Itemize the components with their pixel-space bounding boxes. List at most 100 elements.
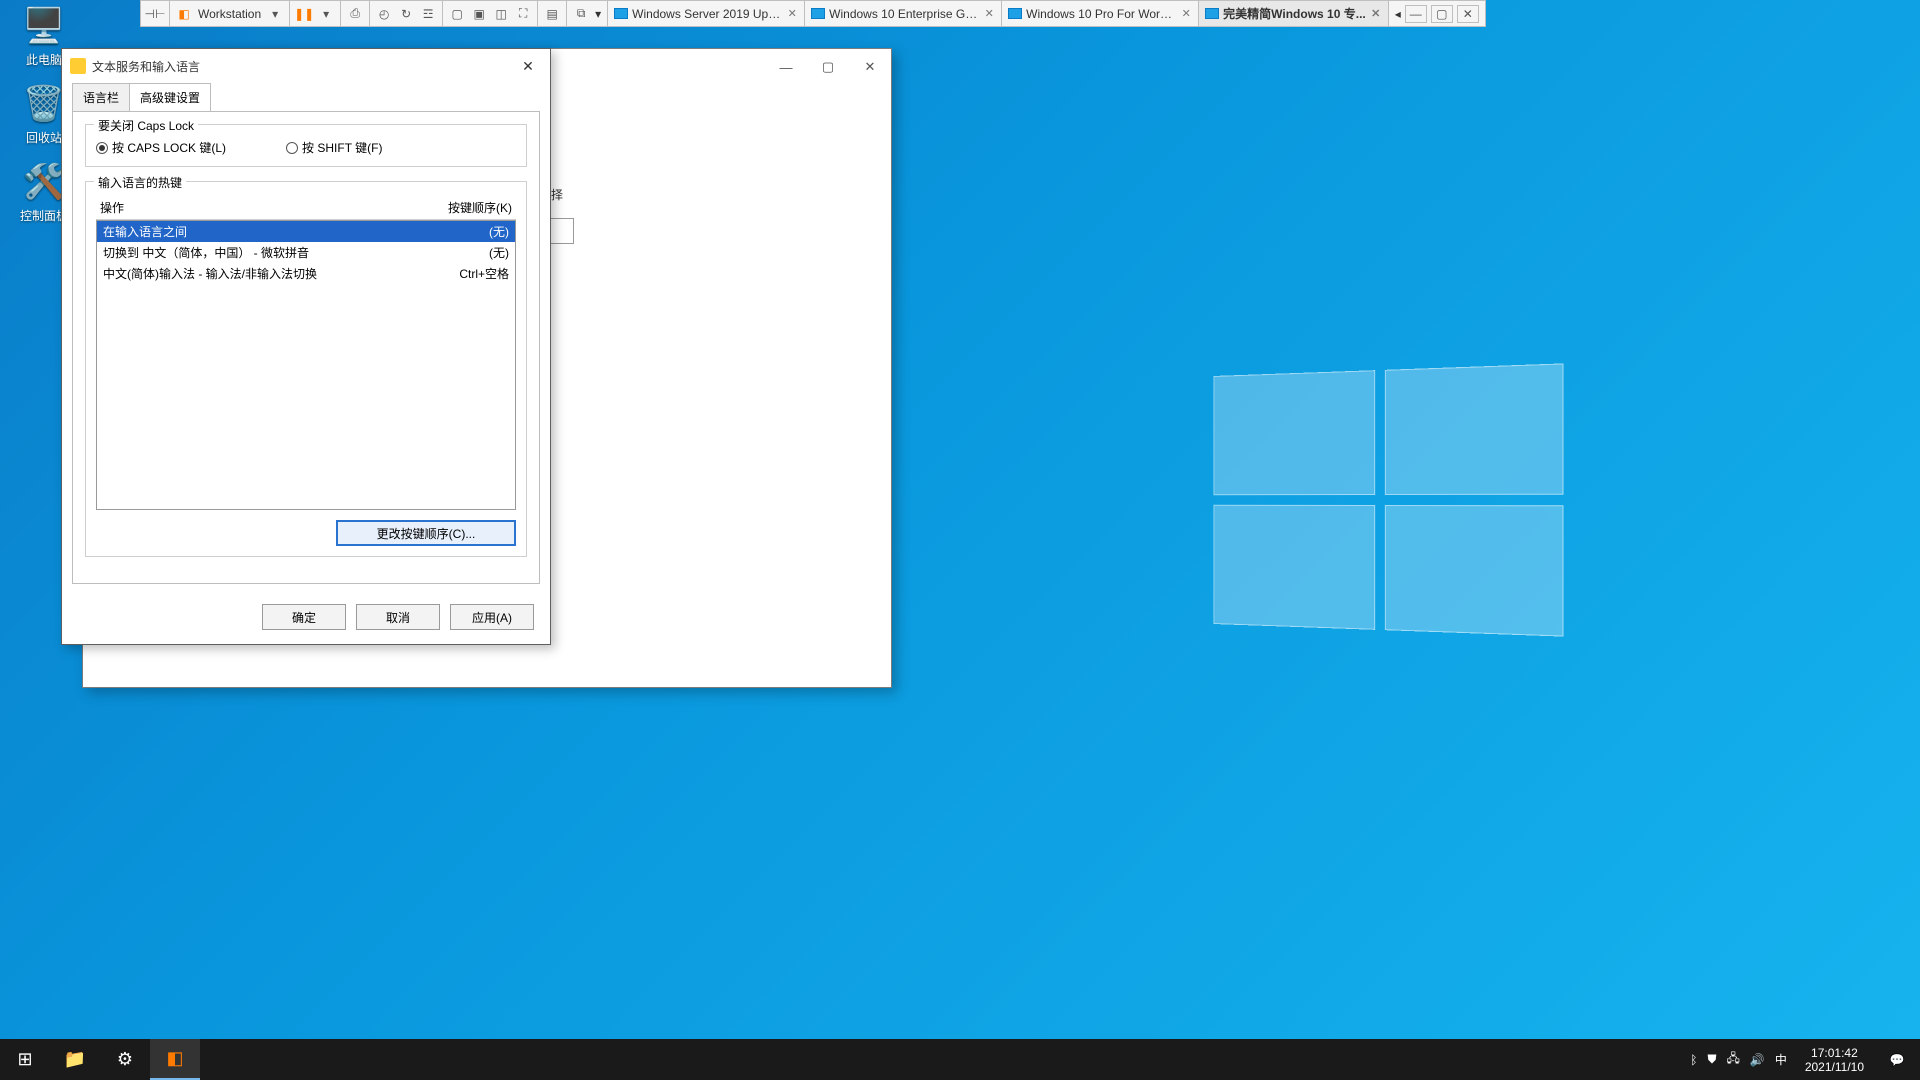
vmw-unity-seg: ▤ <box>538 1 567 26</box>
vmw-tab-2[interactable]: Windows 10 Pro For Workstat... ✕ <box>1002 1 1199 26</box>
label: 此电脑 <box>26 53 62 67</box>
dialog-close-button[interactable]: ✕ <box>514 55 542 77</box>
notification-center-button[interactable]: 💬 <box>1874 1039 1920 1080</box>
vmware-logo-icon: ◧ <box>176 6 192 22</box>
fullscreen-icon[interactable]: ⛶ <box>515 6 531 22</box>
unity-icon[interactable]: ▤ <box>544 6 560 22</box>
group-capslock: 要关闭 Caps Lock 按 CAPS LOCK 键(L) 按 SHIFT 键… <box>85 124 527 167</box>
radio-dot-icon <box>96 142 108 154</box>
dialog-tabs: 语言栏 高级键设置 <box>62 83 550 111</box>
hotkey-row[interactable]: 在输入语言之间(无) <box>97 221 515 242</box>
dropdown-icon[interactable]: ▾ <box>267 6 283 22</box>
monitor-icon <box>1205 8 1219 19</box>
vmware-taskbar-button[interactable]: ◧ <box>150 1039 200 1080</box>
ctrl-icon: 🛠️ <box>22 160 66 204</box>
hk-keyseq: (无) <box>489 244 509 261</box>
view1-icon[interactable]: ▢ <box>449 6 465 22</box>
volume-icon[interactable]: 🔊 <box>1750 1053 1765 1067</box>
time-text: 17:01:42 <box>1805 1046 1864 1060</box>
file-explorer-button[interactable]: 📁 <box>50 1039 100 1080</box>
bluetooth-icon[interactable]: ᛒ <box>1690 1053 1697 1067</box>
snapshot-icon[interactable]: ◴ <box>376 6 392 22</box>
pc-icon: 🖥️ <box>22 4 66 48</box>
cancel-button[interactable]: 取消 <box>356 604 440 630</box>
close-tab-icon[interactable]: ✕ <box>786 8 798 20</box>
vmw-title: Workstation <box>198 7 261 21</box>
hk-action: 切换到 中文（简体，中国） - 微软拼音 <box>103 244 309 261</box>
hk-action: 在输入语言之间 <box>103 223 187 240</box>
label: 回收站 <box>26 131 62 145</box>
parent-close-button[interactable]: ✕ <box>849 53 891 81</box>
monitor-icon <box>1008 8 1022 19</box>
vmw-title-seg[interactable]: ◧ Workstation ▾ <box>170 1 290 26</box>
change-key-sequence-button[interactable]: 更改按键顺序(C)... <box>336 520 516 546</box>
parent-minimize-button[interactable]: — <box>765 53 807 81</box>
close-tab-icon[interactable]: ✕ <box>983 8 995 20</box>
monitor-icon <box>811 8 825 19</box>
start-button[interactable]: ⊞ <box>0 1039 50 1080</box>
play-dropdown-icon[interactable]: ▾ <box>318 6 334 22</box>
monitor-icon <box>614 8 628 19</box>
vmw-tab-label: Windows 10 Enterprise G 170... <box>829 7 979 21</box>
vmw-tab-label: Windows Server 2019 Update... <box>632 7 782 21</box>
vmw-tab-1[interactable]: Windows 10 Enterprise G 170... ✕ <box>805 1 1002 26</box>
minimize-icon[interactable]: — <box>1405 5 1427 23</box>
manage-snapshot-icon[interactable]: ☲ <box>420 6 436 22</box>
col-keyseq: 按键顺序(K) <box>448 199 512 216</box>
settings-button[interactable]: ⚙ <box>100 1039 150 1080</box>
vmware-toolbar: ⊣⊢ ◧ Workstation ▾ ❚❚ ▾ ⎙ ◴ ↻ ☲ ▢ ▣ ◫ ⛶ … <box>140 0 1486 27</box>
taskbar-left: ⊞ 📁 ⚙ ◧ <box>0 1039 200 1080</box>
send-keys-icon[interactable]: ⎙ <box>347 6 363 22</box>
dialog-icon <box>70 58 86 74</box>
taskbar: ⊞ 📁 ⚙ ◧ ᛒ ⛊ 🖧 🔊 中 17:01:42 2021/11/10 💬 <box>0 1039 1920 1080</box>
clock[interactable]: 17:01:42 2021/11/10 <box>1795 1046 1874 1074</box>
radio-capslock[interactable]: 按 CAPS LOCK 键(L) <box>96 139 226 156</box>
hotkey-row[interactable]: 中文(简体)输入法 - 输入法/非输入法切换 Ctrl+空格 <box>97 263 515 284</box>
ok-button[interactable]: 确定 <box>262 604 346 630</box>
close-tab-icon[interactable]: ✕ <box>1370 8 1382 20</box>
taskbar-right: ᛒ ⛊ 🖧 🔊 中 17:01:42 2021/11/10 💬 <box>1682 1039 1920 1080</box>
dialog-button-row: 确定 取消 应用(A) <box>62 594 550 644</box>
windows-logo <box>1213 363 1563 636</box>
network-icon[interactable]: 🖧 <box>1726 1049 1739 1070</box>
vmw-tools-seg: ⎙ <box>341 1 370 26</box>
text-services-dialog: 文本服务和输入语言 ✕ 语言栏 高级键设置 要关闭 Caps Lock 按 CA… <box>61 48 551 645</box>
col-action: 操作 <box>100 199 124 216</box>
radio-shift[interactable]: 按 SHIFT 键(F) <box>286 139 382 156</box>
view3-icon[interactable]: ◫ <box>493 6 509 22</box>
ime-indicator[interactable]: 中 <box>1775 1051 1787 1068</box>
close-tab-icon[interactable]: ✕ <box>1180 8 1192 20</box>
parent-maximize-button[interactable]: ▢ <box>807 53 849 81</box>
close-icon[interactable]: ✕ <box>1457 5 1479 23</box>
vmw-window-controls: ◂ — ▢ ✕ <box>1389 5 1485 23</box>
scroll-left-icon[interactable]: ◂ <box>1395 7 1401 21</box>
system-tray: ᛒ ⛊ 🖧 🔊 中 <box>1682 1049 1795 1070</box>
vmw-tab-0[interactable]: Windows Server 2019 Update... ✕ <box>608 1 805 26</box>
vmw-playback-seg: ❚❚ ▾ <box>290 1 341 26</box>
tab-pane: 要关闭 Caps Lock 按 CAPS LOCK 键(L) 按 SHIFT 键… <box>72 111 540 584</box>
hotkey-row[interactable]: 切换到 中文（简体，中国） - 微软拼音 (无) <box>97 242 515 263</box>
vmw-tab-3[interactable]: 完美精简Windows 10 专... ✕ <box>1199 1 1389 26</box>
apply-button[interactable]: 应用(A) <box>450 604 534 630</box>
vmw-tab-label: 完美精简Windows 10 专... <box>1223 5 1366 22</box>
vmw-tab-label: Windows 10 Pro For Workstat... <box>1026 7 1176 21</box>
pin-icon[interactable]: ⊣⊢ <box>147 6 163 22</box>
stretch-drop-icon[interactable]: ▾ <box>595 7 601 21</box>
restore-icon[interactable]: ▢ <box>1431 5 1453 23</box>
radio-dot-icon <box>286 142 298 154</box>
hotkey-list[interactable]: 在输入语言之间(无) 切换到 中文（简体，中国） - 微软拼音 (无) 中文(简体)输… <box>96 220 516 510</box>
view2-icon[interactable]: ▣ <box>471 6 487 22</box>
stretch-icon[interactable]: ⧉ <box>573 6 589 22</box>
hk-keyseq: Ctrl+空格 <box>459 265 509 282</box>
vmw-tabs: Windows Server 2019 Update...✕Windows 10… <box>608 1 1389 26</box>
radio-label: 按 CAPS LOCK 键(L) <box>112 139 226 156</box>
tab-language-bar[interactable]: 语言栏 <box>72 83 130 111</box>
vmw-snapshot-seg: ◴ ↻ ☲ <box>370 1 443 26</box>
group-hotkeys: 输入语言的热键 操作 按键顺序(K) 在输入语言之间(无)切换到 中文（简体，中… <box>85 181 527 557</box>
security-icon[interactable]: ⛊ <box>1707 1052 1716 1067</box>
dialog-titlebar: 文本服务和输入语言 ✕ <box>62 49 550 83</box>
hk-action: 中文(简体)输入法 - 输入法/非输入法切换 <box>103 265 317 282</box>
revert-icon[interactable]: ↻ <box>398 6 414 22</box>
pause-icon[interactable]: ❚❚ <box>296 6 312 22</box>
tab-advanced-key-settings[interactable]: 高级键设置 <box>129 83 211 111</box>
